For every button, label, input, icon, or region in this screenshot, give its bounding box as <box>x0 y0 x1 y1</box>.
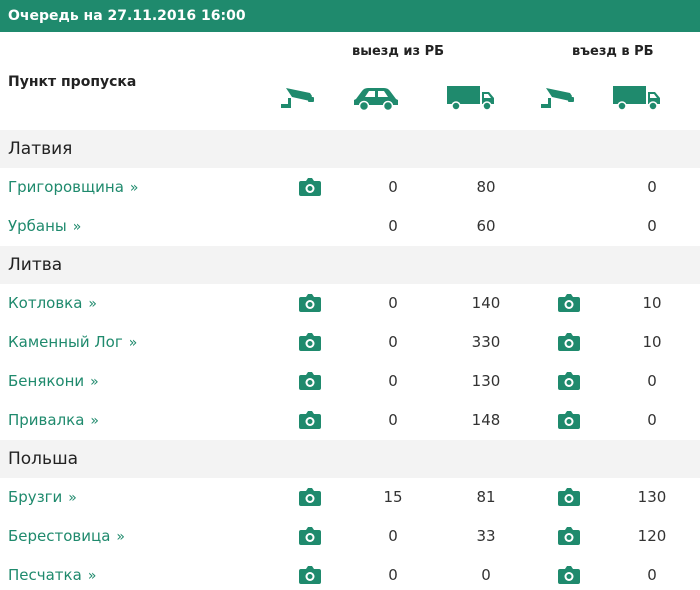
entry-truck-queue: 0 <box>647 178 657 196</box>
entry-truck-queue: 0 <box>647 217 657 235</box>
surveillance-camera-icon <box>281 88 314 108</box>
photo-camera-icon[interactable] <box>299 526 321 546</box>
exit-group-title: выезд из РБ <box>352 44 445 59</box>
country-section-header: Латвия <box>0 130 700 168</box>
exit-truck-queue: 140 <box>471 294 501 312</box>
table-header: Пункт пропуска выезд из РБ въезд в РБ <box>0 32 700 130</box>
photo-camera-icon[interactable] <box>558 371 580 391</box>
entry-truck-queue: 130 <box>637 488 667 506</box>
photo-camera-icon[interactable] <box>299 565 321 585</box>
photo-camera-icon[interactable] <box>299 177 321 197</box>
surveillance-camera-icon <box>541 88 574 108</box>
checkpoint-name: Григоровщина <box>8 178 124 196</box>
entry-truck-queue: 0 <box>647 372 657 390</box>
chevron-right-icon: » <box>88 296 97 312</box>
checkpoint-link[interactable]: Каменный Лог » <box>8 323 137 363</box>
exit-truck-queue: 81 <box>476 488 496 506</box>
car-icon <box>354 88 398 112</box>
entry-truck-queue: 0 <box>647 411 657 429</box>
chevron-right-icon: » <box>87 568 97 584</box>
checkpoint-name: Брузги <box>8 488 63 506</box>
chevron-right-icon: » <box>90 413 99 429</box>
chevron-right-icon: » <box>72 219 82 235</box>
queue-title-bar: Очередь на 27.11.2016 16:00 <box>0 0 700 32</box>
checkpoint-link[interactable]: Брузги » <box>8 478 77 518</box>
checkpoint-row: Берестовица » 0 33 120 <box>0 517 700 556</box>
photo-camera-icon[interactable] <box>558 332 580 352</box>
checkpoint-row: Каменный Лог » 0 330 10 <box>0 323 700 362</box>
entry-truck-queue: 120 <box>637 527 667 545</box>
checkpoint-link[interactable]: Привалка » <box>8 401 99 441</box>
exit-car-queue: 0 <box>388 333 398 351</box>
checkpoint-name: Песчатка <box>8 566 82 584</box>
exit-truck-queue: 130 <box>471 372 501 390</box>
exit-truck-queue: 0 <box>481 566 491 584</box>
photo-camera-icon[interactable] <box>299 410 321 430</box>
exit-car-queue: 0 <box>388 566 398 584</box>
exit-truck-queue: 80 <box>476 178 496 196</box>
photo-camera-icon[interactable] <box>299 487 321 507</box>
country-section-header: Литва <box>0 246 700 284</box>
entry-truck-queue: 0 <box>647 566 657 584</box>
checkpoint-name: Урбаны <box>8 217 67 235</box>
entry-truck-queue: 10 <box>642 333 662 351</box>
exit-car-queue: 0 <box>388 527 398 545</box>
exit-truck-queue: 33 <box>476 527 496 545</box>
chevron-right-icon: » <box>68 490 77 506</box>
photo-camera-icon[interactable] <box>558 410 580 430</box>
country-section-header: Польша <box>0 440 700 478</box>
photo-camera-icon[interactable] <box>558 526 580 546</box>
chevron-right-icon: » <box>128 335 138 351</box>
photo-camera-icon[interactable] <box>299 371 321 391</box>
photo-camera-icon[interactable] <box>299 332 321 352</box>
checkpoint-row: Котловка » 0 140 10 <box>0 284 700 323</box>
checkpoint-name: Привалка <box>8 411 85 429</box>
photo-camera-icon[interactable] <box>299 293 321 313</box>
truck-icon <box>447 86 494 111</box>
photo-camera-icon[interactable] <box>558 565 580 585</box>
exit-car-queue: 0 <box>388 217 398 235</box>
exit-car-queue: 0 <box>388 411 398 429</box>
checkpoint-link[interactable]: Котловка » <box>8 284 97 324</box>
checkpoint-name: Каменный Лог <box>8 333 123 351</box>
entry-group-title: въезд в РБ <box>572 44 654 59</box>
checkpoint-row: Григоровщина » 0 80 0 <box>0 168 700 207</box>
chevron-right-icon: » <box>116 529 125 545</box>
checkpoint-link[interactable]: Урбаны » <box>8 207 81 247</box>
checkpoint-name: Котловка <box>8 294 83 312</box>
truck-icon <box>613 86 660 111</box>
checkpoint-name: Берестовица <box>8 527 111 545</box>
checkpoint-column-header: Пункт пропуска <box>8 74 137 90</box>
queue-title: Очередь на 27.11.2016 16:00 <box>8 8 246 24</box>
chevron-right-icon: » <box>90 374 99 390</box>
photo-camera-icon[interactable] <box>558 293 580 313</box>
exit-truck-queue: 60 <box>476 217 496 235</box>
exit-truck-queue: 148 <box>471 411 501 429</box>
chevron-right-icon: » <box>129 180 139 196</box>
checkpoint-name: Бенякони <box>8 372 85 390</box>
checkpoint-link[interactable]: Берестовица » <box>8 517 125 557</box>
checkpoint-row: Песчатка » 0 0 0 <box>0 556 700 590</box>
exit-car-queue: 0 <box>388 372 398 390</box>
checkpoint-link[interactable]: Песчатка » <box>8 556 96 590</box>
exit-car-queue: 0 <box>388 178 398 196</box>
exit-truck-queue: 330 <box>471 333 501 351</box>
checkpoint-row: Бенякони » 0 130 0 <box>0 362 700 401</box>
checkpoint-row: Урбаны » 0 60 0 <box>0 207 700 246</box>
checkpoint-row: Брузги » 15 81 130 <box>0 478 700 517</box>
exit-car-queue: 0 <box>388 294 398 312</box>
checkpoint-link[interactable]: Григоровщина » <box>8 168 138 208</box>
checkpoint-link[interactable]: Бенякони » <box>8 362 99 402</box>
entry-truck-queue: 10 <box>642 294 662 312</box>
checkpoint-row: Привалка » 0 148 0 <box>0 401 700 440</box>
photo-camera-icon[interactable] <box>558 487 580 507</box>
exit-car-queue: 15 <box>383 488 403 506</box>
